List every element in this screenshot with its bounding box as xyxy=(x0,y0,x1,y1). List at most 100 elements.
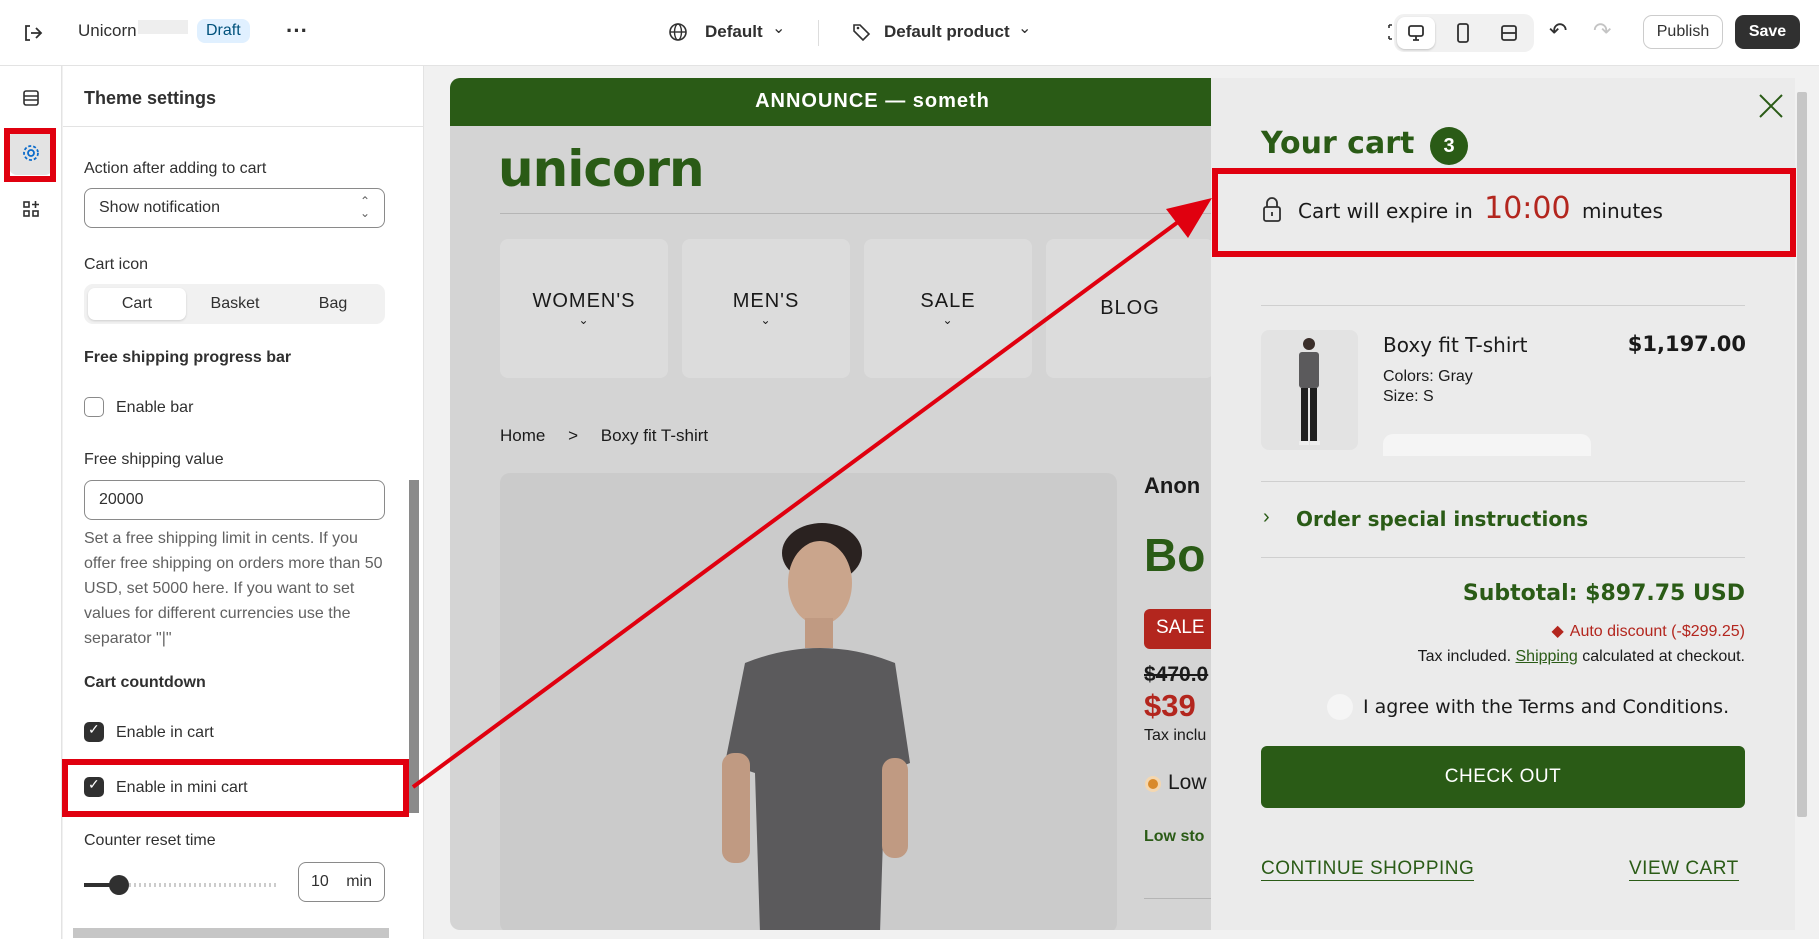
nav-blog[interactable]: BLOG xyxy=(1046,239,1214,378)
cart-item-size: Size: S xyxy=(1383,388,1434,405)
breadcrumb-separator: > xyxy=(568,426,579,445)
mobile-icon xyxy=(1457,23,1469,43)
cart-icon-label: Cart icon xyxy=(84,256,149,273)
nav-label: BLOG xyxy=(1100,297,1160,319)
checkout-label: CHECK OUT xyxy=(1444,766,1562,787)
cart-icon-option-basket[interactable]: Basket xyxy=(186,288,284,320)
free-shipping-value-label: Free shipping value xyxy=(84,451,224,468)
status-badge: Draft xyxy=(197,19,250,43)
theme-select[interactable]: Default xyxy=(705,22,763,42)
highlight-box-gear xyxy=(4,128,56,182)
select-arrows-icon: ⌃ ⌄ xyxy=(359,194,370,220)
header-divider xyxy=(500,213,1260,214)
cart-count-badge: 3 xyxy=(1430,127,1468,165)
action-label: Action after adding to cart xyxy=(84,160,267,177)
nav-sale[interactable]: SALE ⌄ xyxy=(864,239,1032,378)
nav-womens[interactable]: WOMEN'S ⌄ xyxy=(500,239,668,378)
nav-label: SALE xyxy=(920,290,976,312)
terms-checkbox[interactable] xyxy=(1327,694,1353,720)
enable-in-cart-checkbox[interactable]: ✓ xyxy=(84,721,104,742)
shipping-link[interactable]: Shipping xyxy=(1516,648,1578,665)
continue-shopping-link[interactable]: CONTINUE SHOPPING xyxy=(1261,858,1475,881)
product-title: Bo xyxy=(1144,529,1206,581)
free-shipping-help: Set a free shipping limit in cents. If y… xyxy=(84,530,383,647)
view-cart-link[interactable]: VIEW CART xyxy=(1629,858,1739,881)
fullscreen-icon xyxy=(1501,25,1517,41)
counter-reset-value: 10 xyxy=(311,873,329,890)
product-image[interactable] xyxy=(500,473,1117,930)
divider xyxy=(818,20,819,46)
discount-tag-icon: ◆ xyxy=(1551,623,1564,640)
action-select[interactable]: Show notification ⌃ ⌄ xyxy=(84,188,385,228)
tax-suffix: calculated at checkout. xyxy=(1582,648,1745,665)
sections-icon[interactable] xyxy=(21,88,41,108)
panel-header-divider xyxy=(63,126,423,127)
desktop-view-button[interactable] xyxy=(1397,17,1435,49)
nav-mens[interactable]: MEN'S ⌄ xyxy=(682,239,850,378)
chevron-down-icon: ⌄ xyxy=(942,313,954,327)
apps-icon[interactable] xyxy=(21,199,41,219)
undo-icon[interactable]: ↶ xyxy=(1549,18,1567,44)
store-logo[interactable]: unicorn xyxy=(498,140,705,198)
free-shipping-heading: Free shipping progress bar xyxy=(84,349,292,366)
left-rail xyxy=(0,66,62,939)
checkout-button[interactable]: CHECK OUT xyxy=(1261,746,1745,808)
store-name: Unicorn xyxy=(78,21,137,40)
chevron-down-icon[interactable]: ⌄ xyxy=(772,18,785,38)
cart-item-photo xyxy=(1299,338,1320,445)
save-button[interactable]: Save xyxy=(1735,15,1800,49)
free-shipping-value-input[interactable]: 20000 xyxy=(84,480,385,520)
counter-reset-slider[interactable] xyxy=(84,875,278,895)
cart-divider xyxy=(1261,305,1745,306)
terms-label: I agree with the Terms and Conditions. xyxy=(1363,696,1730,718)
chevron-down-icon[interactable]: ⌄ xyxy=(1018,18,1031,38)
close-icon[interactable] xyxy=(1757,92,1785,120)
publish-button[interactable]: Publish xyxy=(1643,15,1723,49)
chevron-down-icon: ⌄ xyxy=(760,313,772,327)
fullscreen-view-button[interactable] xyxy=(1490,17,1528,49)
cart-title: Your cart xyxy=(1261,126,1415,161)
redo-icon[interactable]: ↷ xyxy=(1593,18,1611,44)
cart-icon-segmented: Cart Basket Bag xyxy=(84,284,385,324)
breadcrumb: Home > Boxy fit T-shirt xyxy=(500,426,708,446)
panel-scrollbar-thumb[interactable] xyxy=(409,480,419,813)
check-icon: ✓ xyxy=(88,721,100,737)
canvas-scrollbar[interactable] xyxy=(1797,92,1807,817)
tax-prefix: Tax included. xyxy=(1417,648,1512,665)
action-select-value: Show notification xyxy=(99,199,220,216)
exit-icon[interactable] xyxy=(22,22,44,44)
panel-hscroll-thumb[interactable] xyxy=(73,928,389,938)
enable-bar-checkbox[interactable] xyxy=(84,397,104,417)
cart-divider xyxy=(1261,557,1745,558)
panel-title: Theme settings xyxy=(84,88,217,108)
highlight-box-countdown xyxy=(1212,168,1796,257)
cart-icon-option-bag[interactable]: Bag xyxy=(284,288,382,320)
nav-label: WOMEN'S xyxy=(532,290,636,312)
desktop-icon xyxy=(1408,25,1424,41)
countdown-heading: Cart countdown xyxy=(84,674,206,691)
stock-radio[interactable] xyxy=(1145,776,1161,792)
template-select[interactable]: Default product xyxy=(884,22,1010,42)
enable-bar-label: Enable bar xyxy=(116,399,194,416)
tag-icon xyxy=(853,24,871,42)
cart-icon-option-cart[interactable]: Cart xyxy=(88,288,186,320)
stock-option: Low xyxy=(1168,771,1207,794)
more-icon[interactable]: ··· xyxy=(286,18,308,44)
instructions-label: Order special instructions xyxy=(1296,507,1589,531)
chevron-right-icon: › xyxy=(1263,506,1270,528)
cart-item-price: $1,197.00 xyxy=(1627,332,1746,356)
device-toggle xyxy=(1394,14,1534,52)
compare-price: $470.0 xyxy=(1144,663,1209,686)
highlight-box-mini-cart xyxy=(62,759,409,817)
counter-reset-input[interactable]: 10 min xyxy=(298,862,385,902)
breadcrumb-home[interactable]: Home xyxy=(500,426,545,445)
mobile-view-button[interactable] xyxy=(1444,17,1482,49)
cart-item-image[interactable] xyxy=(1261,330,1358,450)
product-price: $39 xyxy=(1144,688,1196,723)
cart-item-name[interactable]: Boxy fit T-shirt xyxy=(1383,333,1527,357)
top-bar: Unicorn Draft ··· Default ⌄ Default prod… xyxy=(0,0,1819,66)
discount-text: Auto discount (-$299.25) xyxy=(1569,623,1745,640)
instructions-toggle[interactable]: › Order special instructions xyxy=(1261,506,1745,536)
slider-thumb[interactable] xyxy=(108,875,129,895)
quantity-stepper[interactable] xyxy=(1383,434,1591,456)
